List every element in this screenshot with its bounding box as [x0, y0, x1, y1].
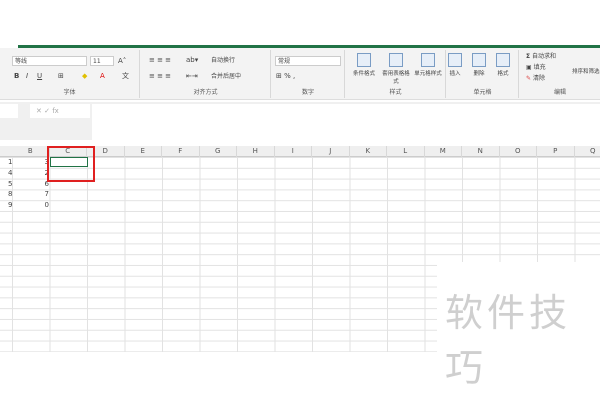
editing-group-label: 编辑: [553, 89, 566, 96]
eraser-icon: ✎: [526, 75, 532, 82]
cell-styles-label: 单元格样式: [414, 71, 442, 77]
watermark: 软件技巧: [445, 291, 572, 390]
column-header-b[interactable]: B: [12, 146, 50, 157]
number-format-select[interactable]: 常规: [275, 56, 341, 66]
alignment-group-label: 对齐方式: [193, 89, 218, 96]
italic-icon[interactable]: I: [26, 72, 28, 81]
column-header-k[interactable]: K: [350, 146, 387, 157]
format-icon: [496, 53, 510, 67]
editing-group: Σ 自动求和 ▣ 填充 ✎ 清除 排序和筛选 编辑: [520, 50, 600, 98]
insert-label: 插入: [449, 71, 461, 77]
cell-b[interactable]: 0: [40, 200, 49, 210]
column-header-l[interactable]: L: [387, 146, 425, 157]
column-header-e[interactable]: E: [125, 146, 162, 157]
font-size-select[interactable]: 11: [90, 56, 114, 66]
formula-input[interactable]: [92, 104, 600, 140]
table-format-icon: [389, 53, 403, 67]
cell-styles-button[interactable]: 单元格样式: [412, 53, 444, 77]
ribbon: 等线 11 A˄ B I U ⊞ ◆ A 文 字体 ≡ ≡ ≡ ab▾ 自动换行…: [0, 48, 600, 100]
conditional-format-button[interactable]: 条件格式: [348, 53, 380, 77]
autosum-label: 自动求和: [532, 53, 557, 60]
wrap-text-button[interactable]: 自动换行: [211, 56, 235, 65]
fill-label: 填充: [533, 64, 546, 71]
column-header-g[interactable]: G: [200, 146, 237, 157]
table-format-button[interactable]: 套用表格格式: [380, 53, 412, 85]
column-header-m[interactable]: M: [425, 146, 462, 157]
number-group: 常规 ⊞ % , 数字: [272, 50, 345, 98]
fill-color-icon[interactable]: ◆: [82, 72, 87, 81]
bold-icon[interactable]: B: [14, 72, 19, 81]
clear-label: 清除: [532, 75, 545, 82]
orientation-icon[interactable]: ab▾: [186, 56, 198, 65]
highlight-box: [47, 146, 95, 182]
column-header-n[interactable]: N: [462, 146, 500, 157]
name-box[interactable]: [0, 104, 18, 118]
sort-filter-button[interactable]: 排序和筛选: [572, 68, 600, 77]
fx-button[interactable]: ✕ ✓ fx: [30, 104, 90, 118]
format-button[interactable]: 格式: [489, 53, 517, 77]
cell-b[interactable]: 7: [40, 189, 49, 199]
number-group-label: 数字: [301, 89, 314, 96]
alignment-group: ≡ ≡ ≡ ab▾ 自动换行 ≡ ≡ ≡ ⇤⇥ 合并后居中 对齐方式: [141, 50, 271, 98]
column-header-p[interactable]: P: [537, 146, 575, 157]
font-group: 等线 11 A˄ B I U ⊞ ◆ A 文 字体: [0, 50, 140, 98]
border-icon[interactable]: ⊞: [58, 72, 64, 81]
conditional-format-icon: [357, 53, 371, 67]
format-label: 格式: [497, 71, 509, 77]
font-color-icon[interactable]: A: [100, 72, 105, 81]
cell-styles-icon: [421, 53, 435, 67]
column-header-o[interactable]: O: [500, 146, 537, 157]
delete-icon: [472, 53, 486, 67]
styles-group: 条件格式 套用表格格式 单元格样式 样式: [346, 50, 446, 98]
align-left-icon[interactable]: ≡ ≡ ≡: [149, 72, 171, 81]
cell-a[interactable]: 5: [8, 179, 12, 189]
align-top-icon[interactable]: ≡ ≡ ≡: [149, 56, 171, 65]
column-header-j[interactable]: J: [312, 146, 350, 157]
merge-center-button[interactable]: 合并后居中: [211, 72, 241, 81]
cells-group: 插入 删除 格式 单元格: [447, 50, 519, 98]
increase-font-icon[interactable]: A˄: [118, 57, 126, 66]
table-format-label: 套用表格格式: [382, 71, 410, 85]
column-header-h[interactable]: H: [237, 146, 275, 157]
font-name-select[interactable]: 等线: [12, 56, 87, 66]
fx-label: fx: [52, 107, 59, 115]
cells-group-label: 单元格: [473, 89, 492, 96]
indent-icon[interactable]: ⇤⇥: [186, 72, 198, 81]
delete-label: 删除: [473, 71, 485, 77]
clear-button[interactable]: ✎ 清除: [526, 74, 545, 83]
fill-button[interactable]: ▣ 填充: [526, 63, 546, 72]
sigma-icon: Σ: [526, 53, 531, 60]
formula-bar: ✕ ✓ fx: [0, 102, 600, 140]
insert-icon: [448, 53, 462, 67]
column-header-f[interactable]: F: [162, 146, 200, 157]
autosum-button[interactable]: Σ 自动求和: [526, 52, 556, 61]
conditional-format-label: 条件格式: [352, 71, 375, 77]
underline-icon[interactable]: U: [37, 72, 42, 81]
phonetic-icon[interactable]: 文: [122, 72, 129, 81]
cell-a[interactable]: 1: [8, 157, 12, 167]
font-group-label: 字体: [63, 89, 76, 96]
styles-group-label: 样式: [389, 89, 402, 96]
percent-icon[interactable]: ⊞ % ,: [276, 72, 295, 81]
cell-a[interactable]: 8: [8, 189, 12, 199]
column-header-q[interactable]: Q: [575, 146, 600, 157]
column-header-i[interactable]: I: [275, 146, 312, 157]
cell-a[interactable]: 9: [8, 200, 12, 210]
cell-a[interactable]: 4: [8, 168, 12, 178]
